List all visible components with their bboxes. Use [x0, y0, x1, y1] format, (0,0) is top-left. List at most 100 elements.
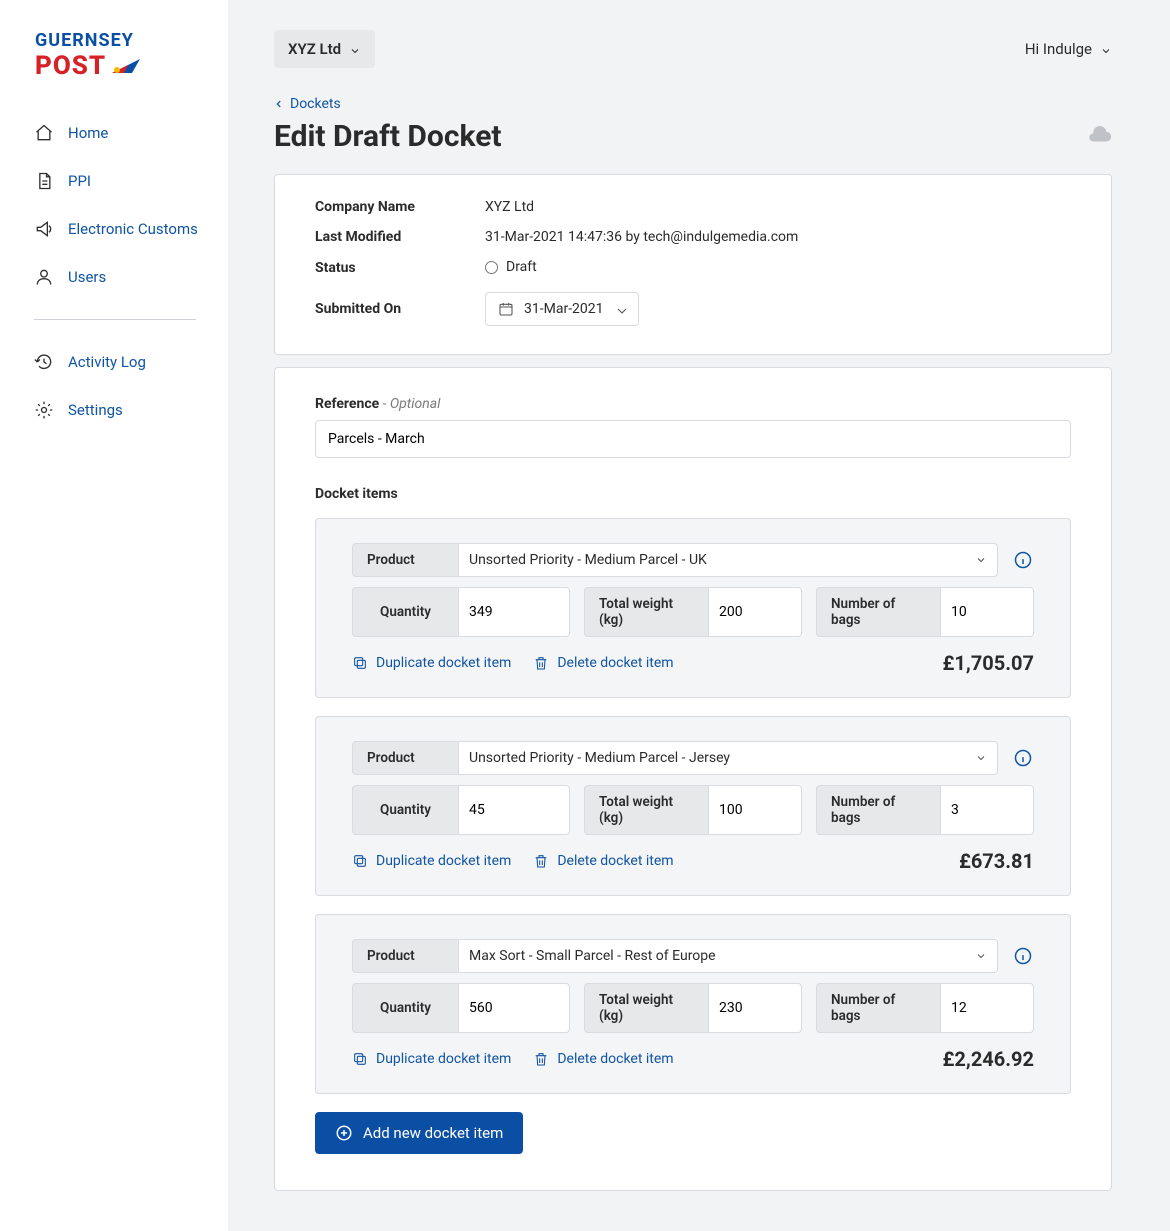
document-icon — [34, 171, 54, 191]
duplicate-item-button[interactable]: Duplicate docket item — [352, 1051, 511, 1067]
product-select-value: Max Sort - Small Parcel - Rest of Europe — [469, 948, 716, 964]
quantity-input[interactable] — [458, 983, 570, 1033]
breadcrumb-back[interactable]: Dockets — [274, 96, 341, 112]
product-label: Product — [352, 543, 458, 577]
delete-item-label: Delete docket item — [557, 1051, 673, 1067]
quantity-input[interactable] — [458, 785, 570, 835]
duplicate-item-button[interactable]: Duplicate docket item — [352, 655, 511, 671]
sidebar-nav: Home PPI Electronic Customs Users Activi… — [20, 121, 210, 422]
docket-item: Product Unsorted Priority - Medium Parce… — [315, 716, 1071, 896]
org-selector[interactable]: XYZ Ltd — [274, 30, 375, 68]
delete-item-button[interactable]: Delete docket item — [533, 655, 673, 671]
nav-activity-log[interactable]: Activity Log — [20, 350, 210, 374]
meta-company-value: XYZ Ltd — [485, 199, 1071, 215]
docket-items-list: Product Unsorted Priority - Medium Parce… — [315, 518, 1071, 1094]
chevron-down-icon — [975, 950, 987, 962]
product-select[interactable]: Unsorted Priority - Medium Parcel - UK — [458, 543, 998, 577]
nav-customs[interactable]: Electronic Customs — [20, 217, 210, 241]
page-title: Edit Draft Docket — [274, 119, 502, 154]
delete-item-button[interactable]: Delete docket item — [533, 853, 673, 869]
product-select-value: Unsorted Priority - Medium Parcel - UK — [469, 552, 707, 568]
item-price: £673.81 — [959, 849, 1034, 873]
add-docket-item-label: Add new docket item — [363, 1124, 503, 1142]
product-select[interactable]: Unsorted Priority - Medium Parcel - Jers… — [458, 741, 998, 775]
add-docket-item-button[interactable]: Add new docket item — [315, 1112, 523, 1154]
docket-meta-panel: Company Name XYZ Ltd Last Modified 31-Ma… — [274, 174, 1112, 355]
submitted-date-picker[interactable]: 31-Mar-2021 — [485, 292, 639, 326]
brand-line1: GUERNSEY — [35, 30, 210, 51]
item-price: £2,246.92 — [943, 1047, 1034, 1071]
bags-input[interactable] — [940, 785, 1034, 835]
chevron-down-icon — [1100, 43, 1112, 55]
meta-status-label: Status — [315, 260, 485, 276]
product-select[interactable]: Max Sort - Small Parcel - Rest of Europe — [458, 939, 998, 973]
status-draft-radio[interactable] — [485, 261, 498, 274]
info-icon — [1013, 946, 1033, 966]
weight-input[interactable] — [708, 785, 802, 835]
nav-users[interactable]: Users — [20, 265, 210, 289]
copy-icon — [352, 853, 368, 869]
meta-modified-value: 31-Mar-2021 14:47:36 by tech@indulgemedi… — [485, 229, 1071, 245]
topbar: XYZ Ltd Hi Indulge — [274, 30, 1112, 68]
home-icon — [34, 123, 54, 143]
delete-item-label: Delete docket item — [557, 655, 673, 671]
sidebar: GUERNSEY POST Home PPI Electro — [0, 0, 228, 1231]
brand-line2: POST — [35, 51, 106, 81]
user-icon — [34, 267, 54, 287]
duplicate-item-button[interactable]: Duplicate docket item — [352, 853, 511, 869]
nav-home[interactable]: Home — [20, 121, 210, 145]
bags-input[interactable] — [940, 587, 1034, 637]
meta-company-label: Company Name — [315, 199, 485, 215]
quantity-label: Quantity — [352, 587, 458, 637]
reference-input[interactable] — [315, 420, 1071, 458]
bags-input[interactable] — [940, 983, 1034, 1033]
nav-home-label: Home — [68, 124, 108, 142]
plus-circle-icon — [335, 1124, 353, 1142]
nav-settings[interactable]: Settings — [20, 398, 210, 422]
bags-label: Number of bags — [816, 785, 940, 835]
status-draft-option[interactable]: Draft — [485, 259, 537, 275]
submitted-date-value: 31-Mar-2021 — [524, 301, 604, 317]
trash-icon — [533, 655, 549, 671]
nav-settings-label: Settings — [68, 401, 123, 419]
item-price: £1,705.07 — [943, 651, 1034, 675]
quantity-input[interactable] — [458, 587, 570, 637]
main-content: XYZ Ltd Hi Indulge Dockets Edit Draft Do… — [228, 0, 1170, 1231]
product-info-button[interactable] — [1012, 741, 1034, 775]
nav-ppi[interactable]: PPI — [20, 169, 210, 193]
user-menu[interactable]: Hi Indulge — [1025, 40, 1112, 58]
breadcrumb-back-label: Dockets — [290, 96, 341, 112]
copy-icon — [352, 1051, 368, 1067]
nav-activity-label: Activity Log — [68, 353, 146, 371]
gear-icon — [34, 400, 54, 420]
calendar-icon — [498, 301, 514, 317]
brand-logo: GUERNSEY POST — [35, 30, 210, 81]
history-icon — [34, 352, 54, 372]
weight-input[interactable] — [708, 983, 802, 1033]
delete-item-label: Delete docket item — [557, 853, 673, 869]
breadcrumb: Dockets — [274, 96, 1112, 113]
duplicate-item-label: Duplicate docket item — [376, 655, 511, 671]
weight-input[interactable] — [708, 587, 802, 637]
meta-modified-label: Last Modified — [315, 229, 485, 245]
product-info-button[interactable] — [1012, 939, 1034, 973]
chevron-down-icon — [975, 554, 987, 566]
weight-label: Total weight (kg) — [584, 983, 708, 1033]
product-label: Product — [352, 939, 458, 973]
docket-items-heading: Docket items — [315, 486, 1071, 502]
chevron-down-icon — [349, 43, 361, 55]
status-draft-label: Draft — [506, 259, 537, 275]
info-icon — [1013, 748, 1033, 768]
trash-icon — [533, 1051, 549, 1067]
product-info-button[interactable] — [1012, 543, 1034, 577]
quantity-label: Quantity — [352, 785, 458, 835]
chevron-down-icon — [614, 303, 626, 315]
info-icon — [1013, 550, 1033, 570]
copy-icon — [352, 655, 368, 671]
org-selector-label: XYZ Ltd — [288, 40, 341, 58]
delete-item-button[interactable]: Delete docket item — [533, 1051, 673, 1067]
weight-label: Total weight (kg) — [584, 587, 708, 637]
user-greeting: Hi Indulge — [1025, 40, 1092, 58]
chevron-left-icon — [274, 99, 284, 109]
quantity-label: Quantity — [352, 983, 458, 1033]
